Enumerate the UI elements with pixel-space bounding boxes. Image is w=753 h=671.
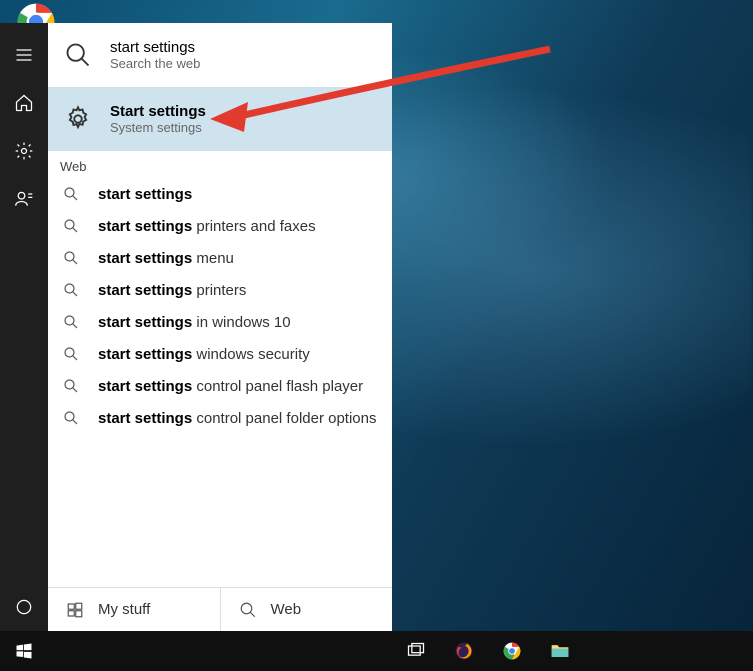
web-suggestion[interactable]: start settings control panel flash playe… xyxy=(48,370,392,402)
web-suggestion-text: start settings xyxy=(98,186,192,203)
search-icon xyxy=(62,249,80,267)
chrome-icon xyxy=(502,641,522,661)
search-icon xyxy=(62,377,80,395)
taskbar-file-explorer[interactable] xyxy=(536,631,584,671)
tab-label: My stuff xyxy=(98,601,150,618)
folder-icon xyxy=(550,641,570,661)
web-suggestion-text: start settings printers and faxes xyxy=(98,218,316,235)
web-suggestion[interactable]: start settings menu xyxy=(48,242,392,274)
search-icon xyxy=(62,217,80,235)
search-icon xyxy=(62,409,80,427)
web-suggestion[interactable]: start settings printers and faxes xyxy=(48,210,392,242)
taskbar-task-view[interactable] xyxy=(392,631,440,671)
feedback-icon[interactable] xyxy=(0,175,48,223)
result-subtitle: Search the web xyxy=(110,56,200,71)
web-suggestion[interactable]: start settings control panel folder opti… xyxy=(48,402,392,434)
search-icon xyxy=(62,185,80,203)
web-suggestion-text: start settings control panel folder opti… xyxy=(98,410,377,427)
taskbar-chrome[interactable] xyxy=(488,631,536,671)
web-suggestion-text: start settings menu xyxy=(98,250,234,267)
search-icon xyxy=(239,601,257,619)
result-title: start settings xyxy=(110,39,200,56)
search-icon xyxy=(62,281,80,299)
cortana-circle-icon[interactable] xyxy=(0,583,48,631)
gear-icon[interactable] xyxy=(0,127,48,175)
section-header-web: Web xyxy=(48,151,392,178)
gear-icon xyxy=(62,103,94,135)
result-subtitle: System settings xyxy=(110,120,206,135)
task-view-icon xyxy=(406,641,426,661)
search-results-panel: start settings Search the web Start sett… xyxy=(48,23,392,631)
windows-icon xyxy=(14,641,34,661)
tab-web[interactable]: Web xyxy=(220,588,393,631)
windows-icon xyxy=(66,601,84,619)
web-suggestion[interactable]: start settings xyxy=(48,178,392,210)
result-search-web[interactable]: start settings Search the web xyxy=(48,23,392,87)
tab-my-stuff[interactable]: My stuff xyxy=(48,588,220,631)
start-button[interactable] xyxy=(0,631,48,671)
web-suggestion-text: start settings printers xyxy=(98,282,246,299)
taskbar xyxy=(0,631,753,671)
web-suggestion[interactable]: start settings windows security xyxy=(48,338,392,370)
search-icon xyxy=(62,313,80,331)
firefox-icon xyxy=(454,641,474,661)
result-best-match[interactable]: Start settings System settings xyxy=(48,87,392,151)
web-suggestion[interactable]: start settings in windows 10 xyxy=(48,306,392,338)
result-title: Start settings xyxy=(110,103,206,120)
web-suggestion-text: start settings control panel flash playe… xyxy=(98,378,363,395)
web-suggestion-text: start settings windows security xyxy=(98,346,310,363)
web-suggestion-text: start settings in windows 10 xyxy=(98,314,291,331)
taskbar-firefox[interactable] xyxy=(440,631,488,671)
web-suggestion[interactable]: start settings printers xyxy=(48,274,392,306)
hamburger-icon[interactable] xyxy=(0,31,48,79)
search-icon xyxy=(62,39,94,71)
tab-label: Web xyxy=(271,601,302,618)
cortana-left-rail xyxy=(0,23,48,631)
home-icon[interactable] xyxy=(0,79,48,127)
search-scope-footer: My stuff Web xyxy=(48,587,392,631)
search-icon xyxy=(62,345,80,363)
